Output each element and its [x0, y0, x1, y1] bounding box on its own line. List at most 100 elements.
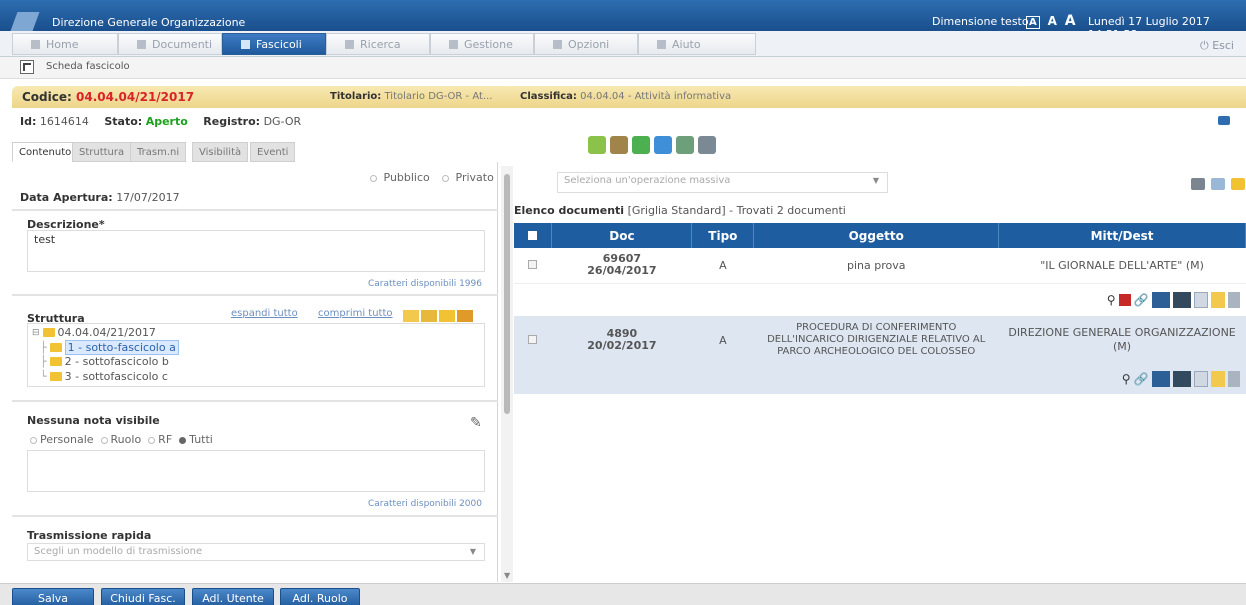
link-icon[interactable]: 🔗 [1134, 372, 1149, 386]
massiva-select[interactable]: Seleziona un'operazione massiva ▼ [557, 172, 888, 193]
classifica-label: Classifica: [520, 91, 577, 102]
radio-ruolo[interactable] [100, 436, 108, 444]
print-icon[interactable] [1218, 116, 1230, 125]
trash-icon[interactable] [1227, 371, 1240, 387]
radio-tutti[interactable] [179, 436, 187, 444]
back-icon[interactable] [20, 60, 34, 74]
tab-home[interactable]: Home [12, 33, 118, 55]
tab-opzioni[interactable]: Opzioni [534, 33, 638, 55]
pubblico-radio[interactable] [370, 174, 377, 182]
tab-eventi[interactable]: Eventi [250, 142, 296, 162]
row-select[interactable] [514, 248, 552, 284]
column-header-mitt[interactable]: Mitt/Dest [998, 223, 1246, 248]
pubblico-option[interactable]: Pubblico [370, 171, 430, 184]
note-textarea[interactable] [27, 450, 485, 492]
doc-cell[interactable]: 4890 20/02/2017 [551, 316, 692, 364]
tab-aiuto[interactable]: Aiuto [638, 33, 756, 55]
options-icon [553, 39, 562, 49]
transmit-icon[interactable] [1151, 371, 1170, 387]
save-icon[interactable] [1193, 371, 1208, 387]
table-row[interactable]: 69607 26/04/2017 A pina prova "IL GIORNA… [514, 248, 1246, 284]
tree-root[interactable]: ⊟ 04.04.04/21/2017 [32, 326, 156, 339]
salva-button[interactable]: Salva [12, 588, 94, 605]
transmit-role-icon[interactable] [1172, 291, 1191, 308]
tab-struttura[interactable]: Struttura [72, 142, 132, 162]
column-header-oggetto[interactable]: Oggetto [753, 223, 1000, 248]
tree-node-2[interactable]: ├ 2 - sottofascicolo b [40, 355, 169, 368]
data-apertura-label: Data Apertura: [20, 191, 113, 204]
transmit-role-icon[interactable] [1172, 371, 1191, 387]
folder-icon [241, 39, 250, 49]
move-right-icon[interactable] [654, 136, 672, 154]
privato-radio[interactable] [442, 174, 449, 182]
edit-folder-icon[interactable] [439, 310, 455, 322]
save-icon[interactable] [1193, 291, 1208, 308]
select-all-header[interactable] [514, 223, 553, 248]
select-all-checkbox[interactable] [528, 230, 538, 240]
preview-icon[interactable] [1210, 371, 1225, 387]
row-checkbox[interactable] [528, 334, 538, 344]
grid-tools [1191, 178, 1245, 190]
tab-trasmissioni[interactable]: Trasm.ni [130, 142, 187, 162]
add-folder-icon[interactable] [421, 310, 437, 322]
new-folder-icon[interactable] [403, 310, 419, 322]
descrizione-textarea[interactable]: test [27, 230, 485, 272]
tab-visibilita[interactable]: Visibilità [192, 142, 249, 162]
text-size-large-button[interactable]: A [1065, 13, 1076, 29]
filter-icon[interactable] [676, 136, 694, 154]
adl-utente-button[interactable]: Adl. Utente [192, 588, 274, 605]
tree-node-3[interactable]: └ 3 - sottofascicolo c [40, 370, 168, 383]
signature-icon[interactable] [1118, 293, 1131, 306]
exit-button[interactable]: ⏻ Esci [1200, 39, 1234, 53]
view-icon[interactable]: ⚲ [1122, 372, 1131, 386]
tree-node-1[interactable]: ├ 1 - sotto-fascicolo a [40, 340, 179, 355]
radio-personale[interactable] [30, 436, 37, 444]
row-actions: ⚲ 🔗 [514, 364, 1246, 394]
table-row[interactable]: 4890 20/02/2017 A PROCEDURA DI CONFERIME… [514, 316, 1246, 364]
scroll-down-icon[interactable]: ▼ [504, 571, 510, 580]
collapse-icon[interactable]: ⊟ [32, 328, 40, 338]
grid-tools-icon[interactable] [1211, 178, 1225, 190]
preview-icon[interactable] [1210, 291, 1225, 308]
row-select[interactable] [514, 316, 552, 364]
left-scrollbar[interactable]: ▼ [501, 166, 513, 582]
grid-folder-icon[interactable] [1231, 178, 1245, 190]
move-left-icon[interactable] [632, 136, 650, 154]
chiudi-fascicolo-button[interactable]: Chiudi Fasc. [101, 588, 185, 605]
trash-icon[interactable] [1227, 291, 1240, 308]
text-size-medium-button[interactable]: A [1048, 14, 1057, 28]
scrollbar-thumb[interactable] [504, 174, 510, 414]
tree-line: ├ [40, 341, 47, 354]
espandi-tutto-link[interactable]: espandi tutto [231, 308, 298, 319]
tab-fascicoli[interactable]: Fascicoli [222, 33, 326, 55]
transmit-icon[interactable] [1151, 291, 1170, 308]
comprimi-tutto-link[interactable]: comprimi tutto [318, 308, 393, 319]
text-size-small-button[interactable]: A [1026, 16, 1040, 29]
doc-cell[interactable]: 69607 26/04/2017 [551, 248, 692, 284]
remove-filter-icon[interactable] [698, 136, 716, 154]
tab-gestione[interactable]: Gestione [430, 33, 534, 55]
view-icon[interactable]: ⚲ [1107, 293, 1116, 307]
tab-fascicoli-label: Fascicoli [256, 37, 302, 51]
privato-option[interactable]: Privato [442, 171, 494, 184]
titolario-value: Titolario DG-OR - At... [384, 91, 493, 102]
radio-rf[interactable] [148, 436, 156, 444]
tab-ricerca[interactable]: Ricerca [326, 33, 430, 55]
edit-note-icon[interactable]: ✎ [470, 415, 482, 431]
mitt-cell: "IL GIORNALE DELL'ARTE" (M) [998, 248, 1246, 284]
id-row: Id: 1614614 Stato: Aperto Registro: DG-O… [20, 115, 301, 128]
home-icon [31, 39, 40, 49]
import-document-icon[interactable] [610, 136, 628, 154]
row-checkbox[interactable] [528, 259, 538, 269]
grid-settings-icon[interactable] [1191, 178, 1205, 190]
add-document-icon[interactable] [588, 136, 606, 154]
tree-node-1-label: 1 - sotto-fascicolo a [64, 340, 179, 355]
link-icon[interactable]: 🔗 [1134, 293, 1149, 307]
column-header-doc[interactable]: Doc [551, 223, 693, 248]
tab-contenuto[interactable]: Contenuto [12, 142, 79, 162]
adl-ruolo-button[interactable]: Adl. Ruolo [280, 588, 360, 605]
delete-folder-icon[interactable] [457, 310, 473, 322]
trasmissione-select[interactable]: Scegli un modello di trasmissione ▼ [27, 543, 485, 561]
tab-documenti[interactable]: Documenti [118, 33, 222, 55]
column-header-tipo[interactable]: Tipo [691, 223, 755, 248]
